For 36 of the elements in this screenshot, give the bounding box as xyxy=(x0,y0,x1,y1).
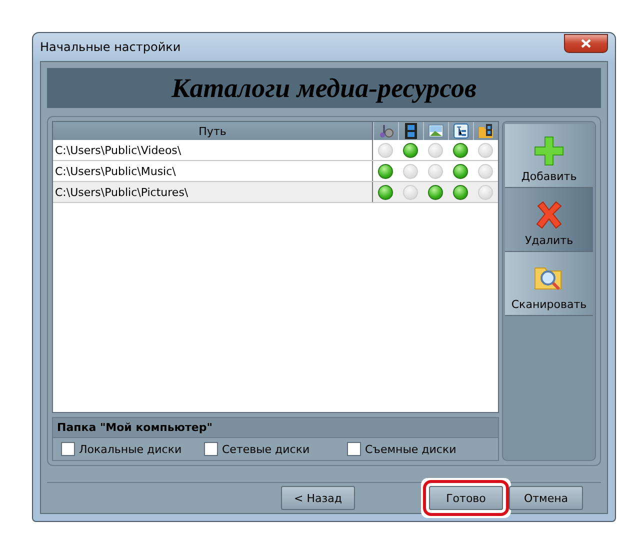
close-button[interactable] xyxy=(564,34,608,52)
status-dot[interactable] xyxy=(453,184,468,200)
dialog-button[interactable]: Отмена xyxy=(509,486,583,510)
path-cell: C:\Users\Public\Music\ xyxy=(53,161,373,181)
close-icon xyxy=(581,38,591,48)
folder-film-icon xyxy=(478,123,494,139)
toolbar-button[interactable]: Сканировать xyxy=(505,252,593,316)
checkbox[interactable] xyxy=(204,442,218,456)
dialog-button[interactable]: < Назад xyxy=(281,486,355,510)
banner-title: Каталоги медиа-ресурсов xyxy=(47,68,601,108)
group-title: Папка "Мой компьютер" xyxy=(53,418,498,438)
status-dot[interactable] xyxy=(453,164,468,178)
tree-list-icon xyxy=(453,123,469,139)
cross-icon xyxy=(534,200,564,230)
status-dot[interactable] xyxy=(378,164,393,178)
status-dot[interactable] xyxy=(403,142,418,158)
status-dot[interactable] xyxy=(453,142,468,158)
checkbox-label: Локальные диски xyxy=(79,442,182,456)
status-dot[interactable] xyxy=(378,184,393,200)
path-cell: C:\Users\Public\Videos\ xyxy=(53,140,373,160)
film-icon xyxy=(404,123,418,139)
plus-icon xyxy=(534,136,564,166)
table-row[interactable]: C:\Users\Public\Pictures\ xyxy=(53,182,498,203)
note-icon xyxy=(378,123,394,139)
image-icon xyxy=(428,124,444,138)
toolbar-button[interactable]: Удалить xyxy=(505,188,593,252)
status-dot[interactable] xyxy=(428,184,443,200)
checkbox[interactable] xyxy=(61,442,75,456)
checkbox[interactable] xyxy=(347,442,361,456)
table-row[interactable]: C:\Users\Public\Music\ xyxy=(53,161,498,182)
toolbar-button[interactable]: Добавить xyxy=(505,124,593,188)
checkbox-label: Съемные диски xyxy=(365,442,456,456)
window-title: Начальные настройки xyxy=(40,40,181,54)
table-row[interactable]: C:\Users\Public\Videos\ xyxy=(53,140,498,161)
checkbox-label: Сетевые диски xyxy=(222,442,310,456)
path-cell: C:\Users\Public\Pictures\ xyxy=(53,182,373,202)
